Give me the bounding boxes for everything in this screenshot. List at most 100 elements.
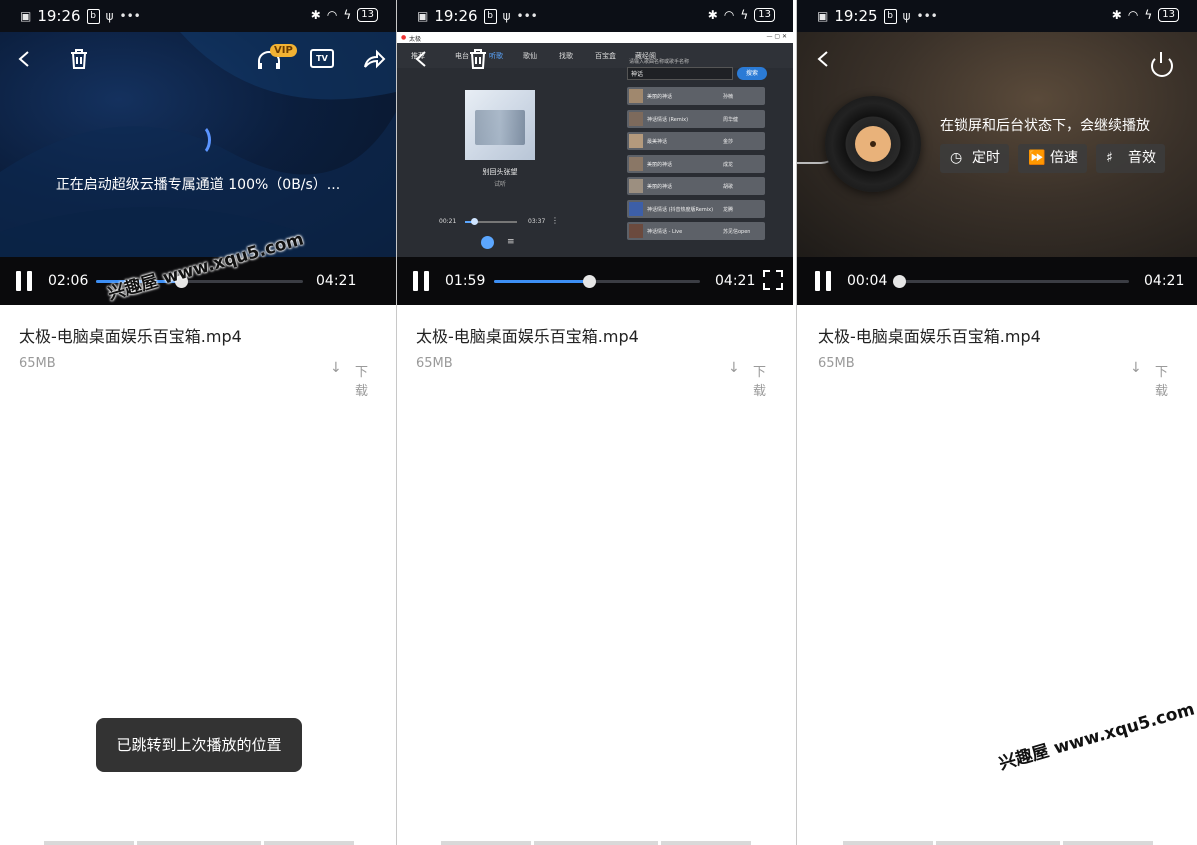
back-icon[interactable] — [16, 50, 34, 68]
playback-controls: 00:04 04:21 — [797, 257, 1197, 305]
progress-knob[interactable] — [582, 275, 596, 288]
status-time: 19:26 — [37, 7, 81, 25]
sim-icon: ▣ — [417, 9, 429, 23]
timer-button[interactable]: ◷ 定时 — [940, 144, 1009, 173]
more-notifications-icon: ••• — [119, 9, 141, 23]
video-area[interactable]: ● 太极 — ▢ ✕ 推荐 电台 听歌 歌仙 找歌 百宝盒 藏经阁 别回头张望 … — [397, 32, 793, 257]
desktop-nav-item: 找歌 — [559, 52, 573, 60]
desktop-result-name: 美丽的神话 — [647, 161, 673, 168]
playback-controls: 01:59 04:21 — [397, 257, 793, 305]
video-area[interactable]: 在锁屏和后台状态下，会继续播放 ◷ 定时 ⏩ 倍速 ♯ 音效 — [797, 32, 1197, 257]
total-time: 04:21 — [715, 273, 756, 289]
background-play-message: 在锁屏和后台状态下，会继续播放 — [940, 118, 1150, 134]
pause-button[interactable] — [813, 271, 833, 291]
window-controls-icon: — ▢ ✕ — [766, 33, 787, 40]
desktop-result-artist: 金莎 — [723, 139, 734, 145]
desktop-result-name: 美丽的神话 — [647, 184, 673, 190]
desktop-result-row: 神话情话 (抖音热度版Remix) 龙腾 — [627, 199, 765, 218]
loading-spinner-icon — [187, 124, 211, 156]
desktop-song-title: 别回头张望 — [482, 168, 518, 176]
status-bar: ▣ 19:26 b ψ ••• ✱ ◠ ϟ 13 — [0, 0, 396, 32]
desktop-result-artist: 龙腾 — [723, 206, 734, 213]
sound-effect-button[interactable]: ♯ 音效 — [1096, 144, 1165, 173]
desktop-progress — [465, 218, 517, 225]
bottom-handle — [661, 841, 751, 845]
bottom-handle — [1063, 841, 1153, 845]
desktop-result-thumb — [629, 179, 643, 193]
more-notifications-icon: ••• — [916, 9, 938, 23]
bluetooth-icon: ✱ — [310, 8, 321, 22]
loading-status-text: 正在启动超级云播专属通道 100%（0B/s）... — [55, 177, 341, 193]
desktop-result-artist: 孙楠 — [723, 94, 734, 100]
clock-icon: ◷ — [950, 150, 963, 166]
battery-level: 13 — [754, 8, 775, 22]
status-time: 19:26 — [434, 7, 478, 25]
app-logo-icon: ● — [401, 34, 407, 41]
usb-icon: ψ — [502, 9, 511, 23]
delete-icon[interactable] — [68, 48, 90, 70]
notification-icon: b — [483, 8, 497, 24]
progress-slider[interactable] — [893, 275, 1129, 288]
battery-level: 13 — [1158, 8, 1179, 22]
desktop-more-icon: ⋮ — [551, 216, 559, 225]
desktop-result-row: 神话情话 (Remix) 周华健 — [627, 109, 765, 128]
desktop-result-thumb — [629, 134, 643, 148]
bottom-handle — [441, 841, 531, 845]
tv-cast-icon[interactable]: TV — [310, 49, 334, 68]
fast-forward-icon: ⏩ — [1028, 150, 1046, 166]
wifi-icon: ◠ — [326, 8, 338, 22]
desktop-result-name: 最美神话 — [647, 139, 668, 145]
share-icon[interactable] — [362, 48, 386, 70]
power-icon[interactable] — [1151, 52, 1173, 77]
wifi-icon: ◠ — [723, 8, 735, 22]
speed-label: 倍速 — [1050, 150, 1078, 166]
pause-button[interactable] — [411, 271, 431, 291]
desktop-nav-item: 百宝盒 — [595, 52, 616, 60]
vinyl-record-icon — [825, 96, 921, 192]
bottom-handle — [137, 841, 261, 845]
desktop-window-titlebar: ● 太极 — ▢ ✕ — [397, 32, 793, 43]
desktop-search-button: 搜索 — [737, 67, 767, 80]
desktop-result-row: 美丽的神话 成龙 — [627, 154, 765, 173]
file-size: 65MB — [818, 356, 855, 371]
notification-icon: b — [883, 8, 897, 24]
desktop-nav: 推荐 电台 听歌 歌仙 找歌 百宝盒 藏经阁 — [397, 43, 793, 68]
speed-button[interactable]: ⏩ 倍速 — [1018, 144, 1087, 173]
desktop-search-hint: 请输入歌曲名称或歌手名称 — [629, 59, 690, 65]
download-label: 下载 — [753, 365, 767, 399]
desktop-search-box: 神话 — [627, 67, 733, 80]
current-time: 02:06 — [48, 273, 89, 289]
desktop-result-artist: 成龙 — [723, 161, 734, 168]
file-size: 65MB — [416, 356, 453, 371]
video-area[interactable]: VIP TV 正在启动超级云播专属通道 100%（0B/s）... — [0, 32, 396, 257]
file-title: 太极-电脑桌面娱乐百宝箱.mp4 — [416, 327, 639, 346]
desktop-app-screen: ● 太极 — ▢ ✕ 推荐 电台 听歌 歌仙 找歌 百宝盒 藏经阁 别回头张望 … — [397, 32, 793, 257]
status-bar: ▣ 19:25 b ψ ••• ✱ ◠ ϟ 13 — [797, 0, 1197, 32]
bottom-handle — [534, 841, 658, 845]
desktop-result-thumb — [629, 156, 643, 171]
delete-icon[interactable] — [467, 48, 489, 70]
player-panel-playing: ▣ 19:26 b ψ ••• ✱ ◠ ϟ 13 ● 太极 — ▢ ✕ 推荐 电… — [397, 0, 793, 845]
fullscreen-icon[interactable] — [763, 270, 783, 290]
vip-badge: VIP — [270, 44, 297, 57]
desktop-pause-icon — [481, 236, 494, 249]
desktop-playlist-icon: ≡ — [507, 237, 515, 247]
desktop-time-current: 00:21 — [439, 218, 457, 225]
desktop-nav-item: 听歌 — [489, 52, 503, 60]
current-time: 00:04 — [847, 273, 888, 289]
desktop-result-name: 美丽的神话 — [647, 94, 673, 100]
progress-knob[interactable] — [893, 275, 906, 288]
download-label: 下载 — [1155, 365, 1169, 399]
desktop-result-row: 神话情话 - Live 苏见信open — [627, 222, 765, 240]
desktop-result-thumb — [629, 224, 643, 238]
progress-slider[interactable] — [494, 275, 700, 288]
back-icon[interactable] — [815, 50, 833, 68]
player-panel-loading: ▣ 19:26 b ψ ••• ✱ ◠ ϟ 13 VIP TV 正在启动超级云播… — [0, 0, 396, 845]
desktop-result-row: 美丽的神话 胡歌 — [627, 177, 765, 195]
desktop-window-title: 太极 — [409, 36, 422, 43]
download-icon: ↓ — [728, 360, 740, 376]
back-icon[interactable] — [413, 50, 431, 68]
pause-button[interactable] — [14, 271, 34, 291]
total-time: 04:21 — [316, 273, 357, 289]
current-time: 01:59 — [445, 273, 486, 289]
